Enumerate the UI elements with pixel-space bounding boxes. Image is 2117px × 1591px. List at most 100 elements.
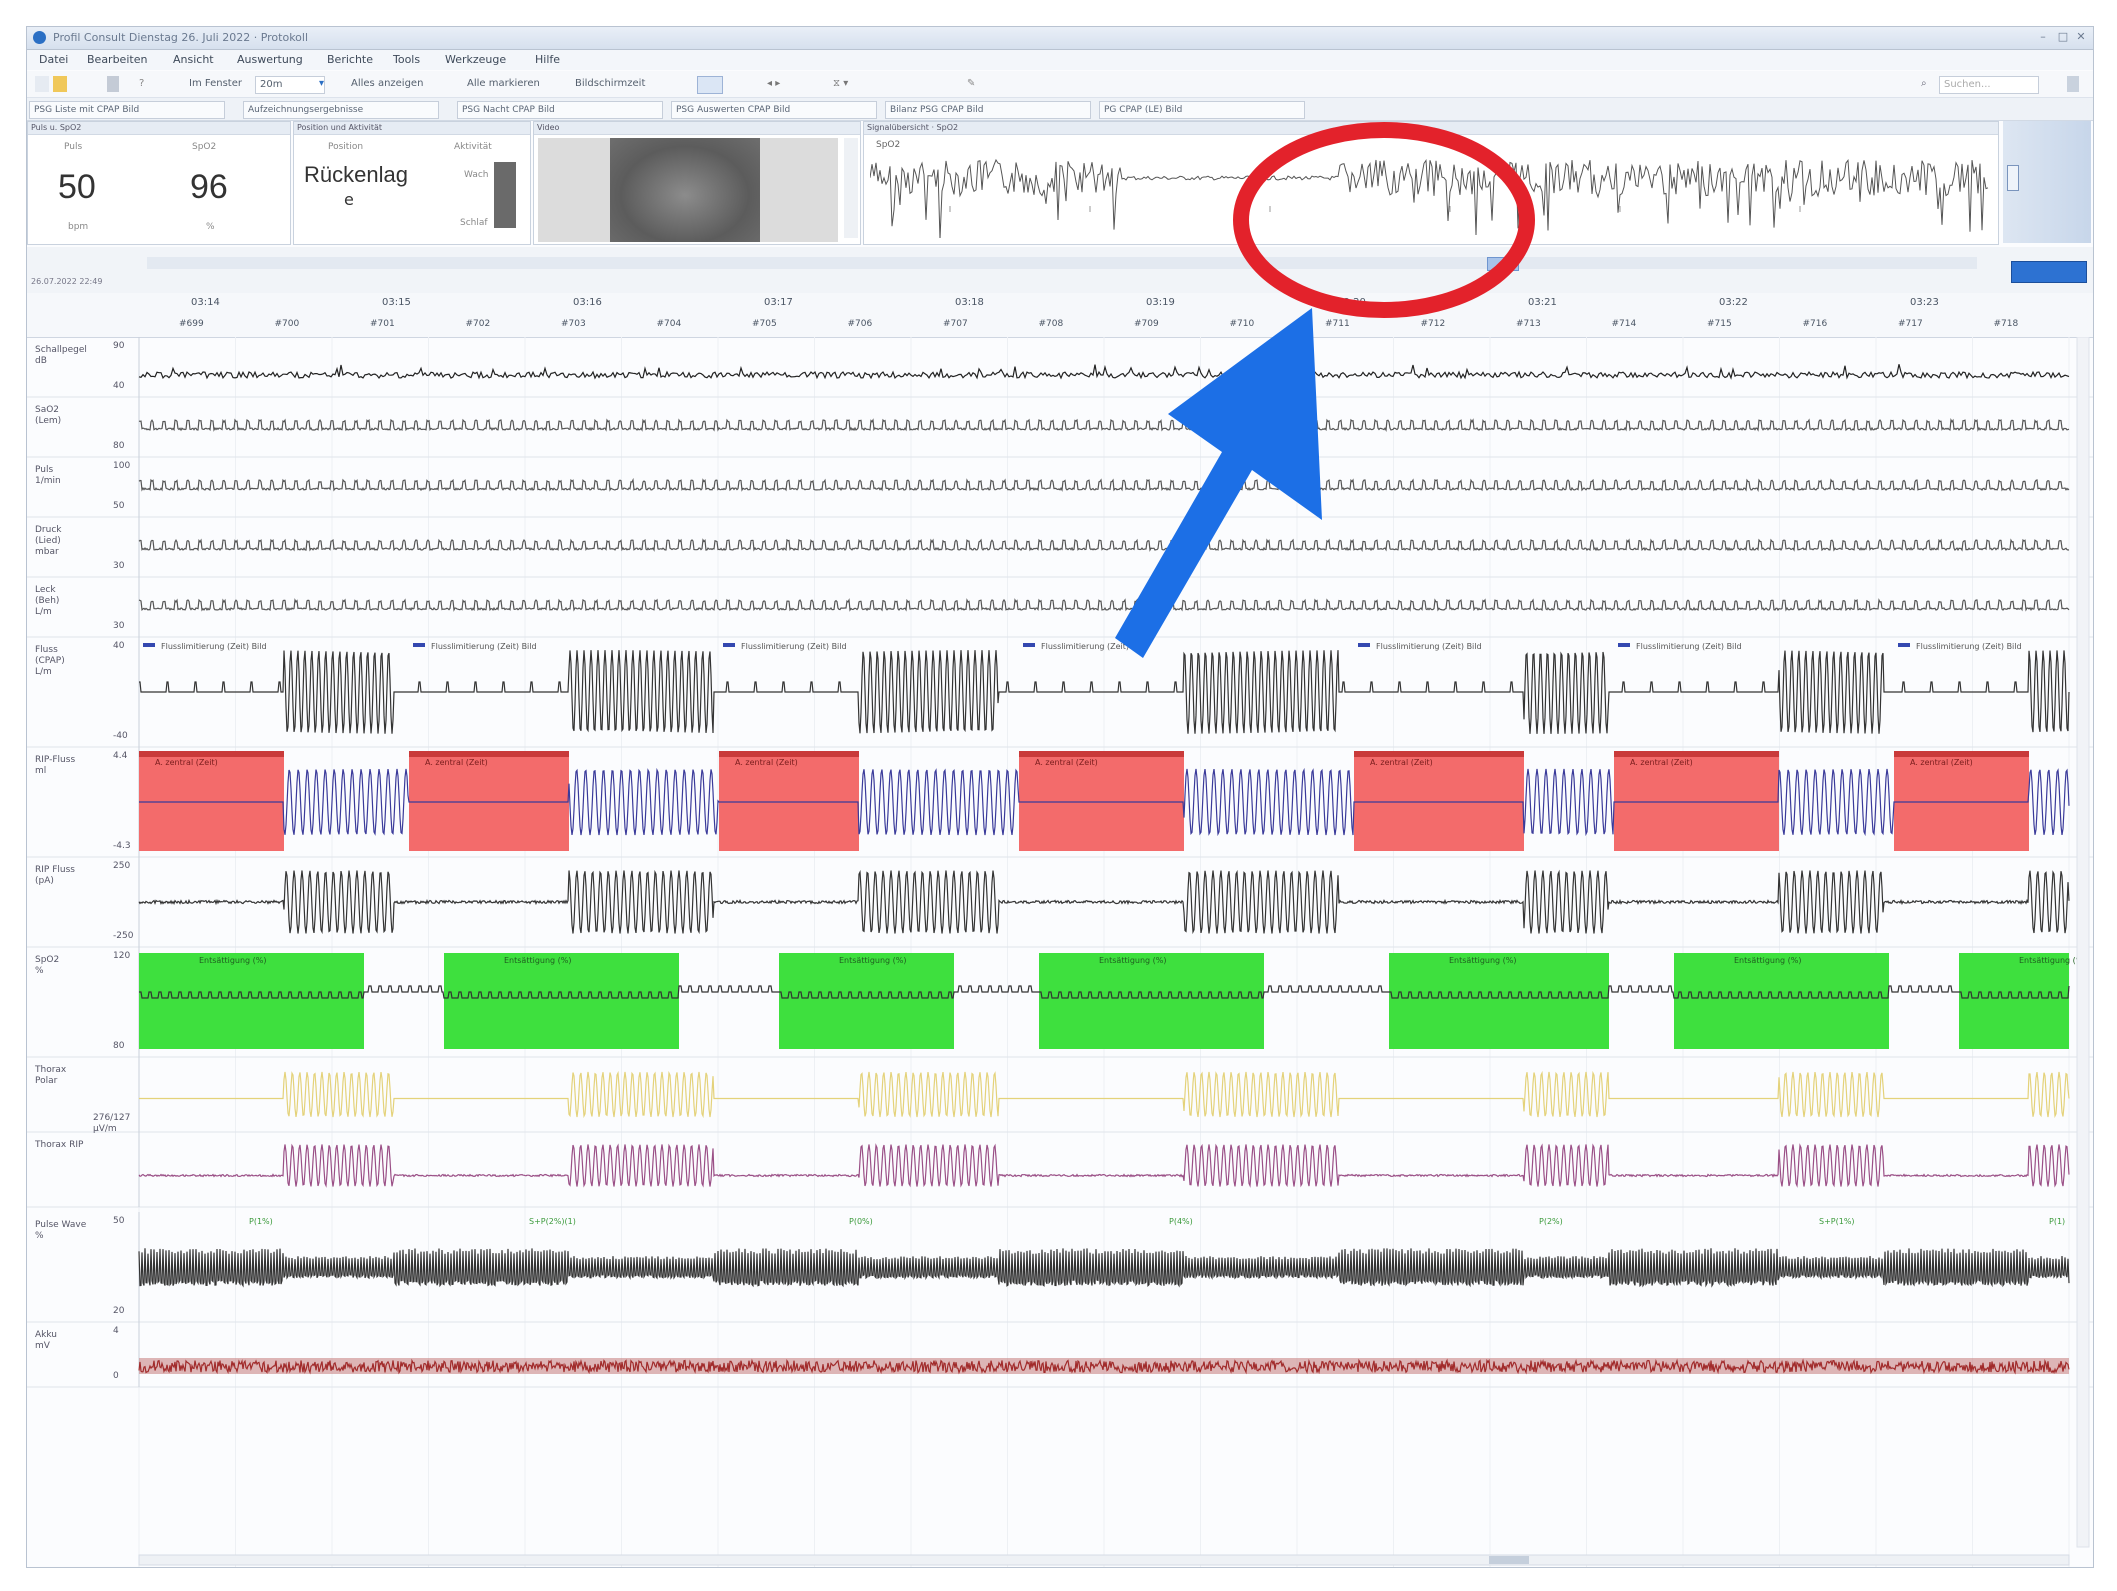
new-icon[interactable] [35,76,49,92]
panel-title: Position und Aktivität [294,122,530,135]
collapse-handle[interactable] [2007,165,2019,191]
menu-berichte[interactable]: Berichte [327,53,373,66]
menu-hilfe[interactable]: Hilfe [535,53,560,66]
channel-label[interactable]: Fluss (CPAP) L/m [35,645,65,678]
apnea-event-header [1354,751,1524,757]
menu-werkzeuge[interactable]: Werkzeuge [445,53,506,66]
desaturation-event[interactable] [1674,953,1889,1049]
sleep-label: Schlaf [460,218,488,228]
menu-auswertung[interactable]: Auswertung [237,53,303,66]
flow-event-marker [143,643,155,647]
desaturation-event[interactable] [444,953,679,1049]
filter-button[interactable]: ⧖ ▾ [833,76,903,92]
view-mode-button[interactable] [2011,261,2087,283]
tab-psg-auswerten[interactable]: PSG Auswerten CPAP Bild [671,101,877,119]
channel-label[interactable]: Leck (Beh) L/m [35,585,59,618]
activity-bar [494,162,516,228]
side-panel-strip[interactable] [2003,121,2091,243]
desaturation-event[interactable] [1039,953,1264,1049]
apnea-event-label: A. zentral (Zeit) [1630,758,1693,767]
scale-bottom-label: 30 [113,561,125,571]
minimize-icon[interactable]: – [2035,30,2051,44]
tab-psg-liste[interactable]: PSG Liste mit CPAP Bild [29,101,225,119]
step-arrows-icon[interactable]: ◂ ▸ [767,76,797,92]
channel-label[interactable]: Pulse Wave % [35,1220,86,1242]
screenshot-button[interactable]: Bildschirmzeit [575,76,645,92]
flow-event-label: Flusslimitierung (Zeit) Bild [431,642,537,651]
channel-label[interactable]: Akku mV [35,1330,57,1352]
menu-tools[interactable]: Tools [393,53,420,66]
settings-icon[interactable] [2067,76,2079,92]
wake-label: Wach [464,170,489,180]
channel-label[interactable]: RIP-Fluss ml [35,755,75,777]
tab-aufzeichnungsergebnisse[interactable]: Aufzeichnungsergebnisse [243,101,439,119]
tab-psg-nacht[interactable]: PSG Nacht CPAP Bild [457,101,663,119]
video-area[interactable] [538,138,838,242]
scrollbar-thumb[interactable] [1489,1556,1529,1564]
overview-scrollbar[interactable]: 26.07.2022 22:49 [27,247,2093,294]
epoch-label: #710 [1229,319,1255,329]
search-icon[interactable]: ⌕ [1921,76,1935,92]
dashboard-panels: Puls u. SpO2 Puls 50 bpm SpO2 96 % Posit… [27,121,2093,245]
mark-all-button[interactable]: Alle markieren [467,76,540,92]
user-icon[interactable] [107,76,119,92]
desaturation-event-label: Entsättigung (%) [839,956,907,965]
apnea-event-label: A. zentral (Zeit) [735,758,798,767]
time-label: 03:19 [1146,297,1175,308]
flow-event-marker [1358,643,1370,647]
maximize-icon[interactable]: □ [2055,30,2071,44]
scale-bottom-label: -250 [113,931,134,941]
channel-label[interactable]: Thorax Polar [35,1065,66,1087]
time-label: 03:20 [1337,297,1366,308]
channel-label[interactable]: Schallpegel dB [35,345,87,367]
pin-icon[interactable]: ✎ [967,76,981,92]
zoom-select[interactable]: 20m [255,76,325,94]
menu-bearbeiten[interactable]: Bearbeiten [87,53,147,66]
channel-label[interactable]: Druck (Lied) mbar [35,525,62,558]
desaturation-event-label: Entsättigung (%) [504,956,572,965]
video-scrollbar[interactable] [844,138,858,238]
open-folder-icon[interactable] [53,76,67,92]
menu-datei[interactable]: Datei [39,53,68,66]
spo2-overview-trace[interactable] [870,138,1990,238]
show-all-button[interactable]: Alles anzeigen [351,76,423,92]
channel-label[interactable]: SpO2 % [35,955,59,977]
desaturation-event[interactable] [1389,953,1609,1049]
position-value: Rückenlag [304,162,408,187]
channel-label[interactable]: Thorax RIP [35,1140,83,1151]
overview-thumb[interactable] [1487,257,1519,271]
scale-top-label: 40 [113,641,125,651]
epoch-label: #705 [752,319,777,329]
scale-top-label: 4 [113,1326,119,1336]
close-icon[interactable]: ✕ [2073,30,2089,44]
channel-traces[interactable]: Flusslimitierung (Zeit) Bild Flusslimitie… [27,337,2093,1567]
tab-bilanz-psg[interactable]: Bilanz PSG CPAP Bild [885,101,1091,119]
horizontal-scrollbar[interactable] [138,1554,2070,1566]
app-icon [33,31,46,44]
help-icon[interactable]: ? [139,76,149,92]
chevron-down-icon[interactable]: ▾ [319,76,331,92]
epoch-label: #699 [179,319,204,329]
time-label: 03:14 [191,297,220,308]
panel-title: Video [534,122,860,135]
spo2-unit: % [206,222,215,232]
apnea-event-header [1894,751,2029,757]
vertical-scrollbar[interactable] [2076,337,2090,1548]
channel-label[interactable]: RIP Fluss (pA) [35,865,75,887]
desaturation-event[interactable] [779,953,954,1049]
time-label: 03:22 [1719,297,1748,308]
search-input[interactable]: Suchen... [1939,76,2039,94]
thorax-scale-label: 276/127 µV/m [93,1113,131,1134]
tab-pg-cpap[interactable]: PG CPAP (LE) Bild [1099,101,1305,119]
recording-date: 26.07.2022 22:49 [31,277,103,286]
epoch-label: #714 [1611,319,1637,329]
channel-label[interactable]: SaO2 (Lem) [35,405,61,427]
menu-ansicht[interactable]: Ansicht [173,53,214,66]
channel-label[interactable]: Puls 1/min [35,465,61,487]
view-toggle-icon[interactable] [697,76,723,94]
desaturation-event[interactable] [1959,953,2069,1049]
flow-event-marker [723,643,735,647]
desaturation-event[interactable] [139,953,364,1049]
scale-bottom-label: 40 [113,381,125,391]
overview-track[interactable] [147,257,1977,271]
